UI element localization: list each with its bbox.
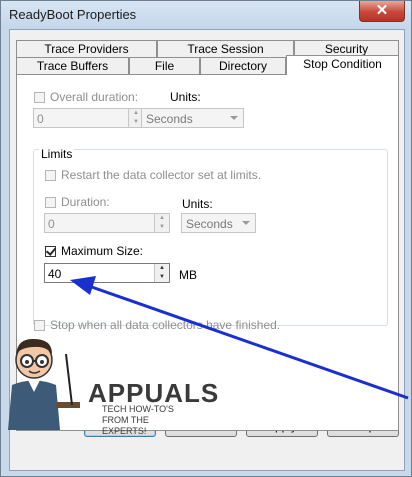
overall-duration-checkbox[interactable] — [34, 92, 45, 103]
maximum-size-unit: MB — [179, 268, 197, 282]
spin-up-icon[interactable]: ▲ — [155, 214, 169, 223]
maximum-size-value[interactable]: 40 — [48, 267, 61, 281]
overall-units-dropdown[interactable]: Seconds — [141, 108, 244, 128]
tab-trace-buffers[interactable]: Trace Buffers — [16, 57, 129, 74]
duration-label: Duration: — [61, 195, 110, 209]
appuals-mascot-icon — [8, 338, 80, 430]
duration-checkbox[interactable] — [45, 197, 56, 208]
spinner-arrows[interactable]: ▲ ▼ — [154, 214, 169, 232]
restart-label: Restart the data collector set at limits… — [61, 168, 262, 182]
tab-directory[interactable]: Directory — [200, 57, 286, 74]
maximum-size-label: Maximum Size: — [61, 244, 144, 258]
spinner-arrows[interactable]: ▲ ▼ — [154, 264, 169, 282]
maximum-size-spinner[interactable]: 40 ▲ ▼ — [44, 263, 170, 283]
chevron-down-icon — [230, 116, 238, 120]
spin-down-icon[interactable]: ▼ — [155, 223, 169, 232]
overall-duration-label: Overall duration: — [50, 90, 139, 104]
window-title: ReadyBoot Properties — [9, 7, 137, 22]
limits-units-value: Seconds — [186, 217, 233, 231]
tab-stop-condition[interactable]: Stop Condition — [286, 55, 399, 75]
spin-down-icon[interactable]: ▼ — [155, 273, 169, 282]
close-button[interactable]: ✕ — [359, 1, 405, 22]
overall-units-label: Units: — [170, 90, 201, 104]
watermark-tagline: TECH HOW-TO'S FROM THE EXPERTS! — [102, 404, 174, 436]
limits-units-label: Units: — [182, 197, 213, 211]
overall-duration-spinner[interactable]: 0 ▲ ▼ — [33, 108, 144, 128]
tab-trace-session[interactable]: Trace Session — [157, 40, 294, 57]
tab-trace-providers[interactable]: Trace Providers — [16, 40, 157, 57]
chevron-down-icon — [242, 221, 250, 225]
close-icon: ✕ — [375, 2, 389, 19]
duration-spinner[interactable]: 0 ▲ ▼ — [44, 213, 170, 233]
limits-group-label: Limits — [39, 147, 75, 161]
limits-units-dropdown[interactable]: Seconds — [181, 213, 256, 233]
tab-file[interactable]: File — [129, 57, 200, 74]
overall-units-value: Seconds — [146, 112, 193, 126]
restart-checkbox[interactable] — [45, 170, 56, 181]
spin-up-icon[interactable]: ▲ — [155, 264, 169, 273]
duration-value: 0 — [48, 217, 55, 231]
title-bar[interactable]: ReadyBoot Properties ✕ — [1, 1, 411, 29]
maximum-size-checkbox[interactable] — [45, 246, 56, 257]
overall-duration-value: 0 — [37, 112, 44, 126]
appuals-watermark: APPUALS TECH HOW-TO'S FROM THE EXPERTS! — [0, 330, 218, 440]
